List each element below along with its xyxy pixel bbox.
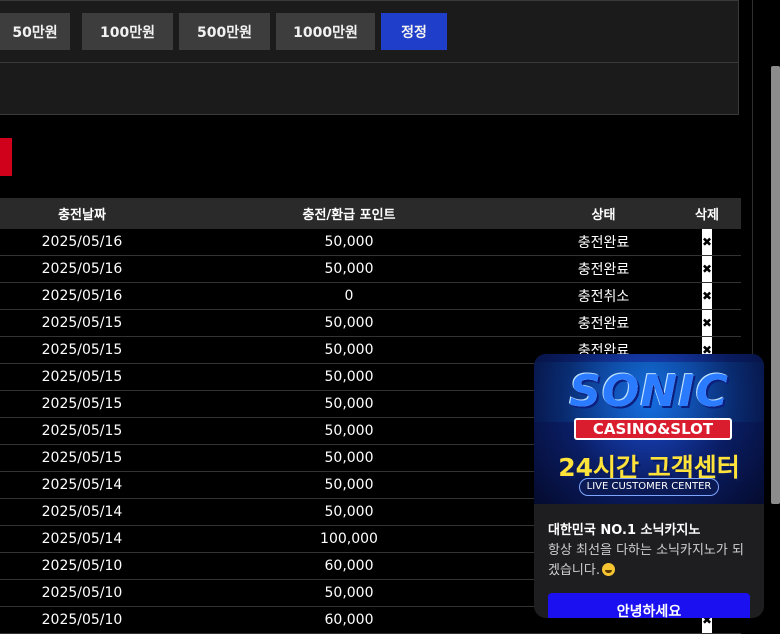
red-tab-marker (0, 138, 12, 176)
row-delete-cell: ✖ (673, 256, 741, 282)
row-points: 60,000 (324, 612, 374, 628)
hello-button[interactable]: 안녕하세요 (548, 593, 750, 618)
header-status: 상태 (591, 208, 616, 223)
row-points: 50,000 (324, 396, 374, 412)
casino-slot-badge: CASINO&SLOT (574, 418, 732, 440)
row-delete-cell: ✖ (673, 310, 741, 336)
row-date: 2025/05/15 (41, 315, 123, 331)
amount-1000-button[interactable]: 1000만원 (276, 13, 375, 50)
row-points: 50,000 (324, 423, 374, 439)
popup-body: 항상 최선을 다하는 소닉카지노가 되겠습니다. (548, 541, 754, 581)
row-points: 50,000 (324, 450, 374, 466)
customer-center-banner[interactable]: SONIC CASINO&SLOT 24시간 고객센터 LIVE CUSTOME… (534, 354, 764, 504)
row-points: 50,000 (324, 315, 374, 331)
row-date: 2025/05/16 (41, 288, 123, 304)
row-date: 2025/05/10 (41, 558, 123, 574)
row-status: 충전완료 (577, 316, 630, 332)
scrollbar-thumb[interactable] (771, 66, 780, 504)
row-points: 50,000 (324, 234, 374, 250)
row-date: 2025/05/10 (41, 612, 123, 628)
popup-title: 대한민국 NO.1 소닉카지노 (548, 523, 701, 538)
table-row: 2025/05/16 50,000 충전완료 ✖ (0, 256, 741, 283)
row-date: 2025/05/10 (41, 585, 123, 601)
header-points: 충전/환급 포인트 (302, 208, 396, 223)
grin-emoji-icon (601, 563, 615, 576)
row-points: 0 (344, 288, 354, 304)
popup-body-text: 항상 최선을 다하는 소닉카지노가 되겠습니다. (548, 543, 744, 578)
row-date: 2025/05/15 (41, 450, 123, 466)
amount-50-button[interactable]: 50만원 (0, 13, 70, 50)
row-points: 50,000 (324, 504, 374, 520)
row-points: 50,000 (324, 369, 374, 385)
delete-icon[interactable]: ✖ (702, 256, 712, 282)
delete-icon[interactable]: ✖ (702, 310, 712, 336)
amount-100-button[interactable]: 100만원 (82, 13, 173, 50)
table-row: 2025/05/16 50,000 충전완료 ✖ (0, 229, 741, 256)
delete-icon[interactable]: ✖ (702, 229, 712, 255)
customer-center-popup: SONIC CASINO&SLOT 24시간 고객센터 LIVE CUSTOME… (534, 354, 764, 618)
row-points: 50,000 (324, 477, 374, 493)
row-points: 100,000 (320, 531, 378, 547)
row-points: 50,000 (324, 342, 374, 358)
row-date: 2025/05/14 (41, 477, 123, 493)
row-points: 50,000 (324, 585, 374, 601)
row-date: 2025/05/14 (41, 504, 123, 520)
delete-icon[interactable]: ✖ (702, 283, 712, 309)
brand-logo: SONIC (569, 366, 729, 417)
table-header: 충전날짜 충전/환급 포인트 상태 삭제 (0, 198, 741, 229)
row-points: 50,000 (324, 261, 374, 277)
row-date: 2025/05/15 (41, 396, 123, 412)
row-status: 충전완료 (577, 235, 630, 251)
table-row: 2025/05/16 0 충전취소 ✖ (0, 283, 741, 310)
header-date: 충전날짜 (58, 208, 106, 223)
row-date: 2025/05/16 (41, 261, 123, 277)
row-date: 2025/05/15 (41, 423, 123, 439)
table-row: 2025/05/15 50,000 충전완료 ✖ (0, 310, 741, 337)
amount-500-button[interactable]: 500만원 (179, 13, 270, 50)
header-delete: 삭제 (695, 208, 719, 223)
row-points: 60,000 (324, 558, 374, 574)
row-date: 2025/05/14 (41, 531, 123, 547)
live-customer-center-pill: LIVE CUSTOMER CENTER (579, 478, 719, 496)
row-delete-cell: ✖ (673, 229, 741, 255)
panel-divider (0, 62, 739, 63)
reset-button[interactable]: 정정 (381, 13, 447, 50)
row-date: 2025/05/15 (41, 342, 123, 358)
row-status: 충전완료 (577, 262, 630, 278)
row-delete-cell: ✖ (673, 283, 741, 309)
row-status: 충전취소 (577, 289, 630, 305)
row-date: 2025/05/15 (41, 369, 123, 385)
row-date: 2025/05/16 (41, 234, 123, 250)
